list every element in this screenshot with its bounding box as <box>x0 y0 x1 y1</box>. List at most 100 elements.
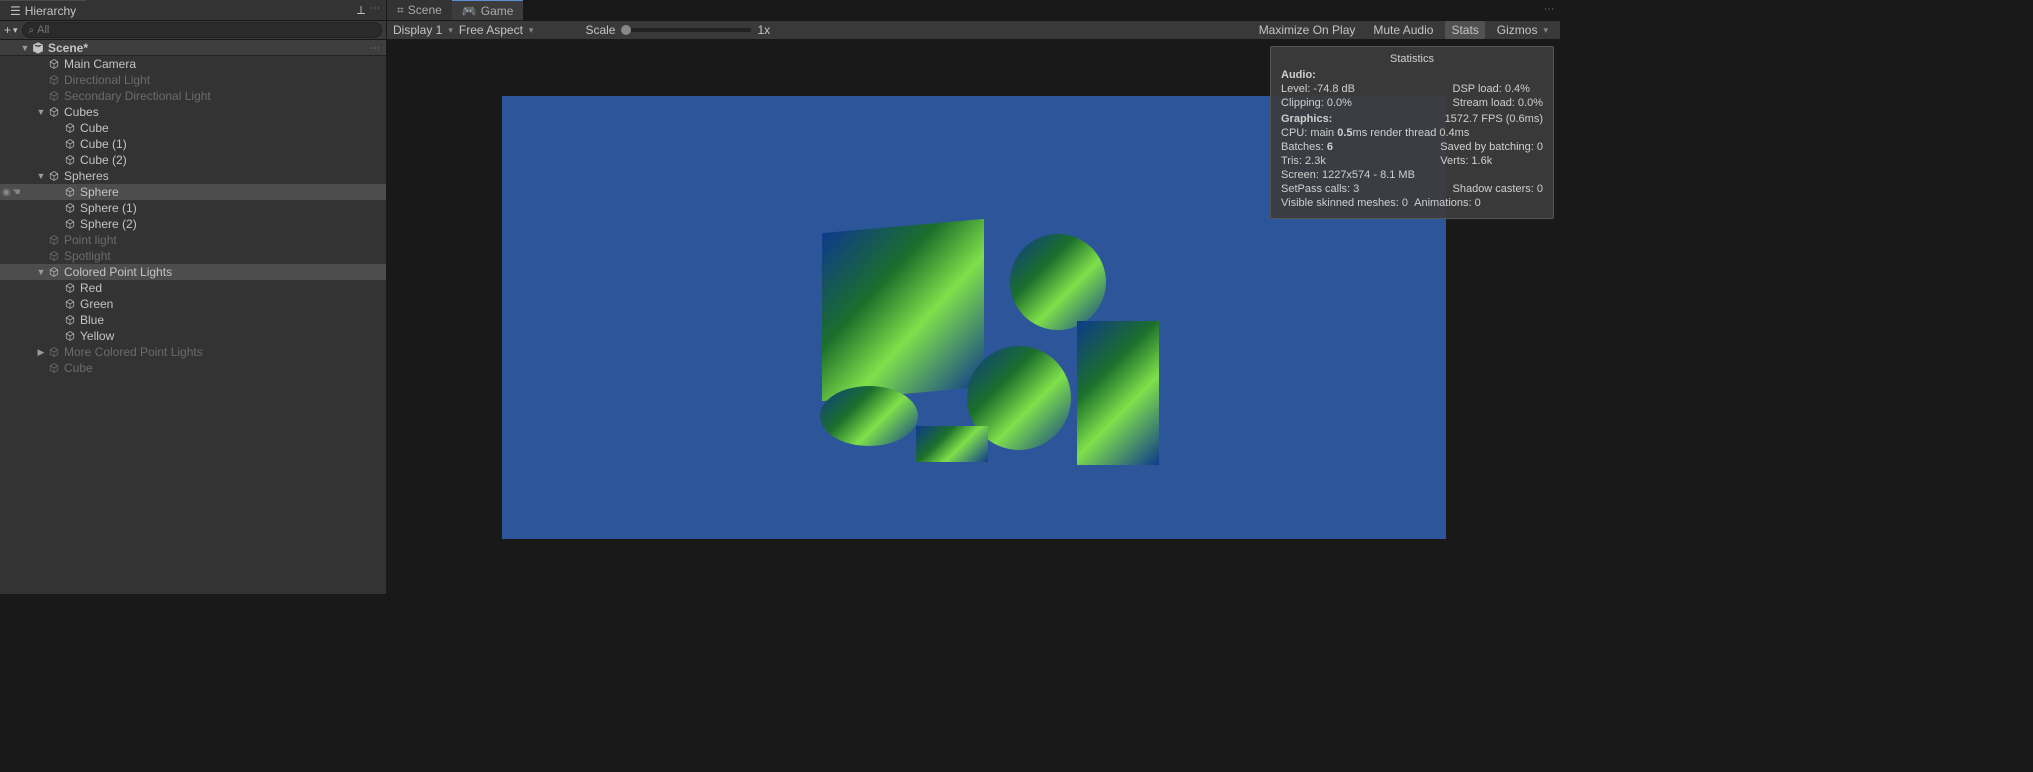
hierarchy-item-label: Sphere (2) <box>80 217 137 231</box>
scene-tab-label: Scene <box>408 3 442 17</box>
hierarchy-toolbar: + ▾ ⌕ <box>0 20 386 40</box>
scene-row[interactable]: Scene* ⋮ <box>0 40 386 56</box>
lock-icon[interactable]: ⟂ <box>357 3 365 18</box>
mute-button[interactable]: Mute Audio <box>1367 21 1439 39</box>
tab-scene[interactable]: ⌗ Scene <box>387 0 452 21</box>
hierarchy-item[interactable]: Colored Point Lights <box>0 264 386 280</box>
foldout-icon[interactable] <box>36 347 46 358</box>
hierarchy-header: ☰ Hierarchy ⟂ ⋮ <box>0 0 386 20</box>
hierarchy-tab-label: Hierarchy <box>25 4 76 18</box>
add-dropdown[interactable]: + ▾ <box>4 23 18 37</box>
maximize-button[interactable]: Maximize On Play <box>1253 21 1362 39</box>
gameobject-icon <box>46 232 62 248</box>
hierarchy-item-label: Blue <box>80 313 104 327</box>
hierarchy-item[interactable]: Sphere (1) <box>0 200 386 216</box>
stats-audio-level: Level: -74.8 dB <box>1281 82 1355 96</box>
gameobject-icon <box>62 312 78 328</box>
hierarchy-item[interactable]: Cube (2) <box>0 152 386 168</box>
hierarchy-item-label: Green <box>80 297 113 311</box>
hierarchy-item-label: Secondary Directional Light <box>64 89 211 103</box>
gameobject-icon <box>46 264 62 280</box>
scale-slider[interactable] <box>621 28 751 32</box>
search-box[interactable]: ⌕ <box>22 22 382 38</box>
hierarchy-item[interactable]: Cube <box>0 120 386 136</box>
hand-icon[interactable]: ☚ <box>12 187 21 198</box>
foldout-icon[interactable] <box>36 171 46 181</box>
scene-label: Scene* <box>48 41 88 55</box>
scale-label: Scale <box>585 23 615 37</box>
hierarchy-item[interactable]: Spotlight <box>0 248 386 264</box>
rendered-rect <box>1077 321 1159 465</box>
hierarchy-item[interactable]: Red <box>0 280 386 296</box>
hierarchy-item[interactable]: Directional Light <box>0 72 386 88</box>
hierarchy-item-label: Cube <box>80 121 109 135</box>
hierarchy-item[interactable]: Blue <box>0 312 386 328</box>
hierarchy-item[interactable]: Spheres <box>0 168 386 184</box>
hierarchy-item[interactable]: Secondary Directional Light <box>0 88 386 104</box>
hierarchy-item-label: Point light <box>64 233 117 247</box>
hierarchy-item-label: Cubes <box>64 105 99 119</box>
display-dropdown[interactable]: Display 1 <box>393 23 453 37</box>
gameobject-icon <box>46 168 62 184</box>
hierarchy-item[interactable]: Cubes <box>0 104 386 120</box>
aspect-dropdown[interactable]: Free Aspect <box>459 23 534 37</box>
scale-value: 1x <box>757 23 770 37</box>
stats-batches: Batches: 6 <box>1281 140 1333 154</box>
unity-icon <box>30 40 46 56</box>
foldout-icon[interactable] <box>36 267 46 277</box>
gameobject-icon <box>62 296 78 312</box>
scene-kebab-icon[interactable]: ⋮ <box>369 43 380 53</box>
hierarchy-item-label: Cube (2) <box>80 153 127 167</box>
hierarchy-item-label: Cube <box>64 361 93 375</box>
search-input[interactable] <box>37 24 375 36</box>
gizmos-dropdown[interactable]: Gizmos <box>1491 21 1554 39</box>
foldout-icon[interactable] <box>36 107 46 117</box>
hierarchy-item[interactable]: Cube (1) <box>0 136 386 152</box>
hierarchy-item[interactable]: More Colored Point Lights <box>0 344 386 360</box>
stats-saved-batching: Saved by batching: 0 <box>1440 140 1543 154</box>
tab-game[interactable]: 🎮 Game <box>452 0 524 21</box>
gameobject-icon <box>46 56 62 72</box>
gameobject-icon <box>62 328 78 344</box>
slider-thumb[interactable] <box>621 25 631 35</box>
stats-audio-stream: Stream load: 0.0% <box>1453 96 1544 110</box>
search-icon: ⌕ <box>29 25 35 36</box>
hierarchy-item[interactable]: Green <box>0 296 386 312</box>
stats-tris: Tris: 2.3k <box>1281 154 1333 168</box>
hierarchy-tab[interactable]: ☰ Hierarchy <box>0 0 86 21</box>
gameobject-icon <box>46 104 62 120</box>
gameobject-icon <box>62 136 78 152</box>
foldout-icon[interactable] <box>20 43 30 53</box>
game-kebab-icon[interactable]: ⋮ <box>1543 4 1554 14</box>
gameobject-icon <box>62 200 78 216</box>
rendered-ellipse <box>820 386 918 446</box>
hierarchy-item[interactable]: ◉☚ Sphere <box>0 184 386 200</box>
stats-screen: Screen: 1227x574 - 8.1 MB <box>1281 168 1543 182</box>
stats-graphics-heading: Graphics: <box>1281 113 1332 125</box>
game-panel: ⌗ Scene 🎮 Game ⋮ Display 1 Free Aspect S… <box>387 0 1560 594</box>
game-viewport: Statistics Audio: Level: -74.8 dB Clippi… <box>387 40 1560 594</box>
hierarchy-item[interactable]: Point light <box>0 232 386 248</box>
stats-audio-dsp: DSP load: 0.4% <box>1453 82 1544 96</box>
eye-icon[interactable]: ◉ <box>2 187 11 198</box>
stats-fps: 1572.7 FPS (0.6ms) <box>1445 112 1543 126</box>
stats-audio-clipping: Clipping: 0.0% <box>1281 96 1355 110</box>
hierarchy-item[interactable]: Main Camera <box>0 56 386 72</box>
stats-audio-heading: Audio: <box>1281 69 1543 81</box>
hierarchy-item[interactable]: Yellow <box>0 328 386 344</box>
hierarchy-item-label: Colored Point Lights <box>64 265 172 279</box>
gameobject-icon <box>62 120 78 136</box>
hierarchy-item-label: Red <box>80 281 102 295</box>
hierarchy-item[interactable]: Cube <box>0 360 386 376</box>
gameobject-icon <box>62 184 78 200</box>
hierarchy-item[interactable]: Sphere (2) <box>0 216 386 232</box>
kebab-icon[interactable]: ⋮ <box>369 3 380 18</box>
hierarchy-item-label: Sphere <box>80 185 119 199</box>
gameobject-icon <box>62 216 78 232</box>
stats-cpu: CPU: main 0.5ms render thread 0.4ms <box>1281 126 1543 140</box>
gameobject-icon <box>62 280 78 296</box>
gameobject-icon <box>62 152 78 168</box>
hierarchy-item-label: More Colored Point Lights <box>64 345 203 359</box>
stats-button[interactable]: Stats <box>1445 21 1484 39</box>
hierarchy-panel: ☰ Hierarchy ⟂ ⋮ + ▾ ⌕ <box>0 0 387 594</box>
